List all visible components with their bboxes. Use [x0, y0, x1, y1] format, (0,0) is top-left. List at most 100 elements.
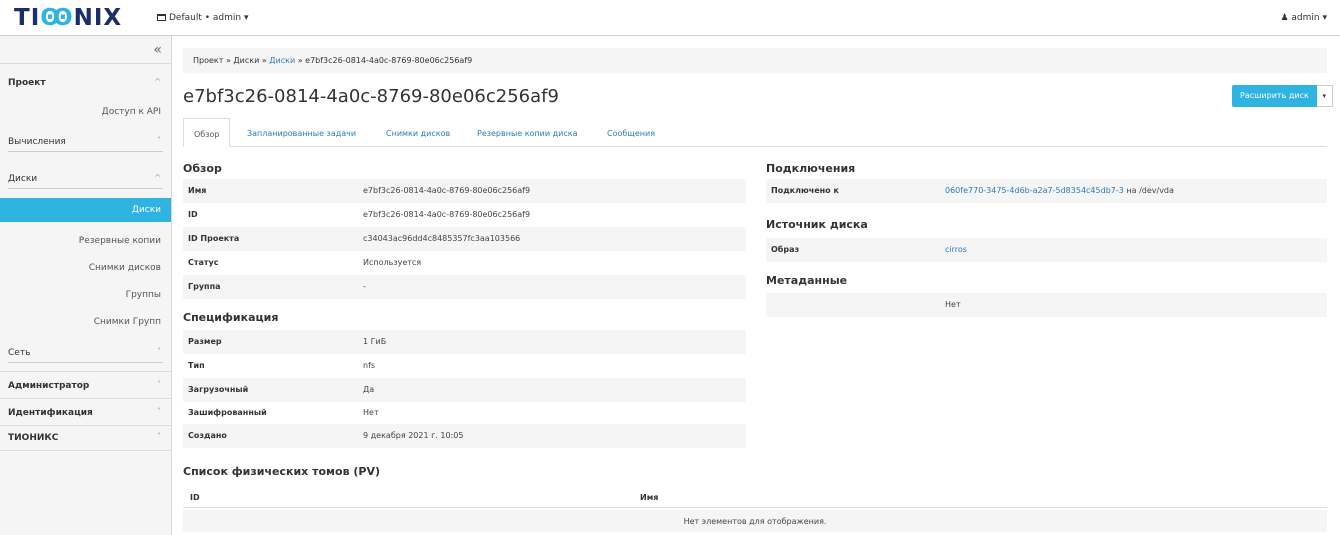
- pv-table-header: ID Имя: [183, 486, 1327, 508]
- attached-instance-link[interactable]: 060fe770-3475-4d6b-a2a7-5d8354c45db7-3: [945, 186, 1124, 195]
- sidebar-item-volumes[interactable]: Диски: [0, 198, 171, 222]
- project-context-dropdown[interactable]: Default • admin ▾: [157, 13, 249, 23]
- field-label: Образ: [771, 245, 800, 254]
- actions-dropdown-toggle[interactable]: ▾: [1316, 85, 1333, 107]
- breadcrumb-separator: »: [259, 56, 270, 65]
- chevron-down-icon: ˅: [157, 347, 161, 356]
- tab-volume-snapshots[interactable]: Снимки дисков: [386, 118, 450, 147]
- pv-empty-message: Нет элементов для отображения.: [183, 510, 1327, 532]
- field-value: -: [363, 282, 366, 291]
- attached-device: на /dev/vda: [1123, 186, 1174, 195]
- logo-text-end: NIX: [73, 5, 123, 31]
- spec-row-encrypted: Зашифрованный Нет: [183, 401, 746, 425]
- chevron-up-icon: ^: [154, 173, 161, 182]
- sidebar-item-label: Администратор: [8, 381, 90, 391]
- chevron-down-icon: ˅: [157, 136, 161, 145]
- sidebar-item-group-snapshots[interactable]: Снимки Групп: [0, 310, 171, 334]
- tab-messages[interactable]: Сообщения: [607, 118, 655, 147]
- sidebar-item-backups[interactable]: Резервные копии: [0, 229, 171, 253]
- breadcrumb: Проект » Диски » Диски » e7bf3c26-0814-4…: [183, 48, 1327, 73]
- overview-row-id: ID e7bf3c26-0814-4a0c-8769-80e06c256af9: [183, 203, 746, 227]
- field-label: Подключено к: [771, 186, 839, 195]
- field-label: Размер: [188, 337, 222, 346]
- breadcrumb-volumes-group: Диски: [233, 56, 260, 65]
- sidebar-item-label: Снимки Групп: [93, 317, 161, 327]
- sidebar-item-network[interactable]: Сеть ˅: [0, 341, 171, 365]
- sidebar-item-label: Диски: [8, 174, 38, 184]
- logo-mark: Ꙭ: [40, 5, 74, 31]
- field-label: ID Проекта: [188, 234, 240, 243]
- field-value: e7bf3c26-0814-4a0c-8769-80e06c256af9: [363, 210, 531, 219]
- spec-row-type: Тип nfs: [183, 354, 746, 378]
- metadata-value: Нет: [945, 300, 961, 309]
- field-label: ID: [188, 210, 198, 219]
- breadcrumb-current: e7bf3c26-0814-4a0c-8769-80e06c256af9: [305, 56, 473, 65]
- field-value: nfs: [363, 361, 376, 370]
- user-menu-label: admin ▾: [1291, 13, 1327, 23]
- source-heading: Источник диска: [766, 218, 868, 231]
- sidebar-item-label: Снимки дисков: [88, 263, 161, 273]
- detail-tabs: Обзор Запланированные задачи Снимки диск…: [183, 118, 1327, 147]
- overview-heading: Обзор: [183, 162, 222, 175]
- sidebar-item-compute[interactable]: Вычисления ˅: [0, 130, 171, 154]
- field-value: 9 декабря 2021 г. 10:05: [363, 431, 464, 440]
- sidebar-divider: [0, 371, 171, 372]
- extend-volume-button[interactable]: Расширить диск: [1232, 85, 1317, 107]
- pv-col-name[interactable]: Имя: [640, 493, 658, 502]
- sidebar-item-label: Группы: [125, 290, 161, 300]
- field-value: Используется: [363, 258, 422, 267]
- overview-row-status: Статус Используется: [183, 251, 746, 275]
- spec-row-created: Создано 9 декабря 2021 г. 10:05: [183, 424, 746, 448]
- chevron-down-icon: ˅: [157, 380, 161, 389]
- sidebar-item-identity[interactable]: Идентификация ˅: [0, 401, 171, 425]
- source-image-link[interactable]: cirros: [945, 245, 967, 254]
- field-label: Зашифрованный: [188, 408, 267, 417]
- field-label: Группа: [188, 282, 221, 291]
- top-navbar: TIꙬNIX Default • admin ▾ ♟ admin ▾: [0, 0, 1340, 36]
- metadata-row: Нет: [766, 293, 1327, 317]
- sidebar-item-volumes-group[interactable]: Диски ^: [0, 167, 171, 191]
- chevron-up-icon: ^: [154, 77, 161, 86]
- field-label: Создано: [188, 431, 227, 440]
- sidebar-underline: [8, 362, 163, 363]
- sidebar-item-label: Идентификация: [8, 408, 93, 418]
- sidebar-item-volume-snapshots[interactable]: Снимки дисков: [0, 256, 171, 280]
- sidebar-item-groups[interactable]: Группы: [0, 283, 171, 307]
- field-value: Нет: [363, 408, 379, 417]
- user-icon: ♟: [1280, 13, 1292, 23]
- chevron-down-icon: ˅: [157, 432, 161, 441]
- user-menu[interactable]: ♟ admin ▾: [1280, 13, 1327, 23]
- metadata-heading: Метаданные: [766, 274, 848, 287]
- sidebar-underline: [8, 151, 163, 152]
- sidebar-item-project[interactable]: Проект ^: [0, 71, 171, 95]
- field-value: c34043ac96dd4c8485357fc3aa103566: [363, 234, 521, 243]
- pv-heading: Список физических томов (PV): [183, 465, 381, 478]
- sidebar-divider: [0, 398, 171, 399]
- sidebar-item-label: Диски: [131, 205, 161, 215]
- spec-row-bootable: Загрузочный Да: [183, 378, 746, 402]
- pv-col-id[interactable]: ID: [190, 493, 200, 502]
- project-context-label: Default • admin ▾: [169, 13, 249, 23]
- breadcrumb-volumes-link[interactable]: Диски: [269, 56, 295, 65]
- logo[interactable]: TIꙬNIX: [14, 5, 122, 31]
- sidebar-item-tionix[interactable]: ТИОНИКС ˅: [0, 426, 171, 450]
- sidebar-item-label: Доступ к API: [101, 107, 161, 117]
- sidebar-item-admin[interactable]: Администратор ˅: [0, 374, 171, 398]
- field-label: Загрузочный: [188, 385, 249, 394]
- sidebar-item-label: Сеть: [8, 348, 31, 358]
- sidebar-divider: [0, 450, 171, 451]
- field-label: Статус: [188, 258, 219, 267]
- connections-heading: Подключения: [766, 162, 856, 175]
- sidebar-item-api-access[interactable]: Доступ к API: [0, 100, 171, 124]
- tab-overview[interactable]: Обзор: [183, 118, 231, 147]
- tab-volume-backups[interactable]: Резервные копии диска: [477, 118, 578, 147]
- source-row: Образ cirros: [766, 238, 1327, 262]
- collapse-sidebar-icon[interactable]: «: [153, 42, 162, 58]
- chevron-down-icon: ˅: [157, 407, 161, 416]
- logo-text-start: TI: [14, 5, 41, 31]
- tab-scheduled-tasks[interactable]: Запланированные задачи: [247, 118, 356, 147]
- field-value: 1 ГиБ: [363, 337, 387, 346]
- breadcrumb-separator: »: [295, 56, 306, 65]
- sidebar: « Проект ^ Доступ к API Вычисления ˅ Дис…: [0, 36, 172, 535]
- sidebar-divider: [0, 63, 171, 64]
